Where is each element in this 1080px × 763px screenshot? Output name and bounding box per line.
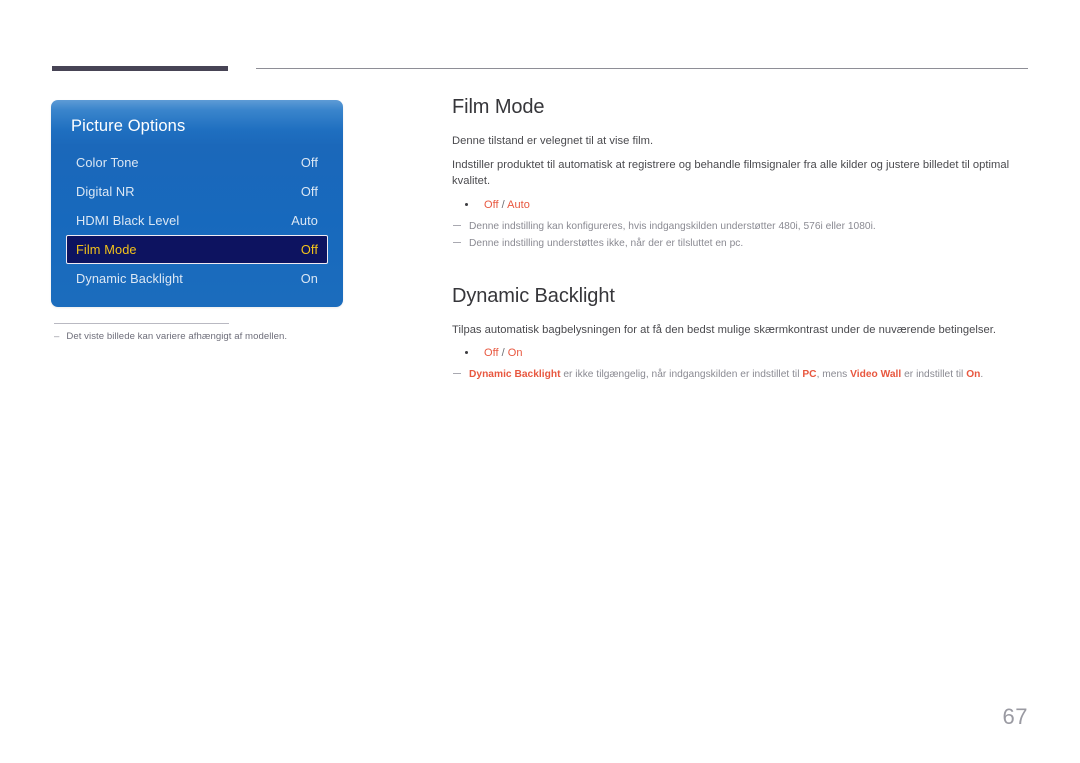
note-text: er ikke tilgængelig, når indgangskilden … <box>560 369 803 380</box>
page-header <box>52 66 1028 72</box>
section-paragraph: Tilpas automatisk bagbelysningen for at … <box>452 323 996 336</box>
osd-row-value: Auto <box>291 213 318 228</box>
note-highlight: PC <box>802 369 817 380</box>
osd-row-value: On <box>300 271 318 286</box>
osd-row-value: Off <box>300 155 318 170</box>
option-value-second: On <box>507 347 523 359</box>
option-item: Off / Auto <box>452 197 1028 213</box>
section-title: Dynamic Backlight <box>452 284 615 307</box>
option-list: Off / On <box>452 345 1028 361</box>
osd-row-label: Digital NR <box>76 184 135 199</box>
osd-row-color-tone[interactable]: Color Tone Off <box>66 148 328 177</box>
osd-panel-title: Picture Options <box>71 117 186 135</box>
section-title: Film Mode <box>452 96 545 118</box>
option-separator: / <box>498 198 508 211</box>
note-highlight: Dynamic Backlight <box>469 369 561 380</box>
osd-row-label: Film Mode <box>76 242 137 257</box>
note-text: , mens <box>816 369 851 380</box>
caption-text: Det viste billede kan variere afhængigt … <box>66 331 288 342</box>
osd-row-digital-nr[interactable]: Digital NR Off <box>66 177 328 206</box>
option-separator: / <box>498 347 508 359</box>
figure-caption-rule <box>54 323 229 324</box>
note-highlight: Video Wall <box>850 369 902 380</box>
section-note: Dynamic Backlight er ikke tilgængelig, n… <box>452 367 1028 382</box>
section-dynamic-backlight: Dynamic Backlight Tilpas automatisk bagbe… <box>452 285 1028 383</box>
osd-row-hdmi-black-level[interactable]: HDMI Black Level Auto <box>66 206 328 235</box>
section-note: Denne indstilling kan konfigureres, hvis… <box>452 219 1028 234</box>
section-note: Denne indstilling understøttes ikke, når… <box>452 236 1028 251</box>
note-text: Denne indstilling understøttes ikke, når… <box>469 237 744 249</box>
content-column: Film Mode Denne tilstand er velegnet til … <box>452 96 1028 384</box>
figure-caption: – Det viste billede kan variere afhængig… <box>54 331 343 342</box>
option-list: Off / Auto <box>452 197 1028 213</box>
option-value-second: Auto <box>507 198 530 211</box>
note-text: er indstillet til <box>901 369 967 380</box>
option-value-first: Off <box>484 198 499 211</box>
osd-panel: Picture Options Color Tone Off Digital NR O… <box>51 100 343 307</box>
header-divider-line <box>256 68 1028 69</box>
osd-row-value: Off <box>300 242 318 257</box>
section-paragraph: Indstiller produktet til automatisk at r… <box>452 158 1010 188</box>
osd-row-label: Dynamic Backlight <box>76 271 183 286</box>
osd-row-value: Off <box>300 184 318 199</box>
note-text: Denne indstilling kan konfigureres, hvis… <box>469 220 876 232</box>
caption-dash-marker: – <box>54 331 60 342</box>
osd-row-label: HDMI Black Level <box>76 213 180 228</box>
header-chapter-bar <box>52 66 228 71</box>
note-highlight: On <box>966 369 981 380</box>
osd-figure: Picture Options Color Tone Off Digital NR O… <box>51 100 343 342</box>
page-number: 67 <box>1002 704 1028 729</box>
osd-row-label: Color Tone <box>76 155 139 170</box>
osd-row-dynamic-backlight[interactable]: Dynamic Backlight On <box>66 264 328 293</box>
section-paragraph: Denne tilstand er velegnet til at vise f… <box>452 135 654 147</box>
option-item: Off / On <box>452 345 1028 361</box>
section-film-mode: Film Mode Denne tilstand er velegnet til … <box>452 96 1028 251</box>
option-value-first: Off <box>484 347 499 359</box>
osd-menu-list: Color Tone Off Digital NR Off HDMI Black Lev… <box>51 148 343 293</box>
note-text: . <box>980 369 984 380</box>
osd-row-film-mode[interactable]: Film Mode Off <box>66 235 328 264</box>
